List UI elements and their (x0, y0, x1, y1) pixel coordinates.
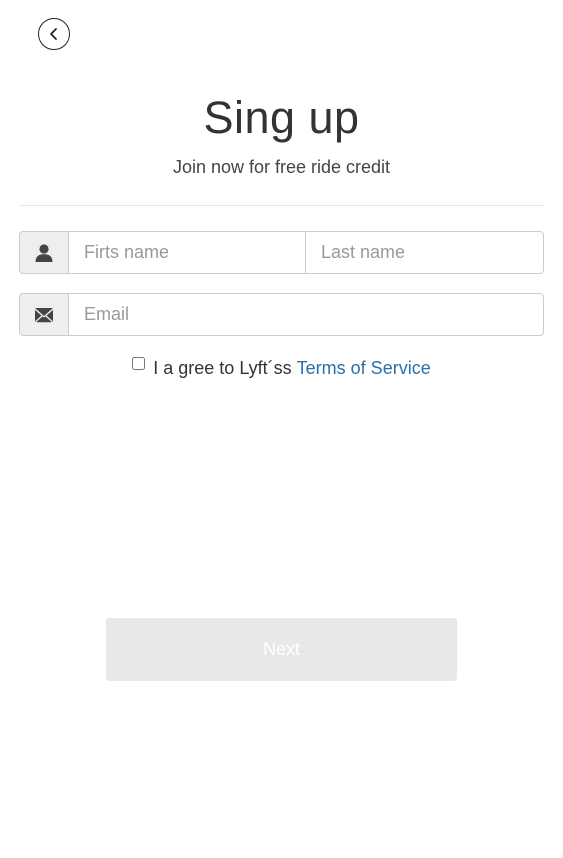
envelope-icon (35, 307, 53, 322)
user-icon (35, 243, 53, 262)
email-addon (19, 293, 68, 336)
page-title: Sing up (203, 92, 360, 143)
signup-screen: Sing up Join now for free ride credit I … (0, 0, 563, 858)
first-name-input[interactable] (68, 231, 306, 274)
email-input[interactable] (68, 293, 544, 336)
page-subtitle: Join now for free ride credit (172, 157, 391, 177)
name-input-group (19, 231, 544, 274)
divider (19, 205, 544, 206)
name-addon (19, 231, 68, 274)
back-button[interactable] (38, 18, 70, 50)
chevron-left-icon (50, 28, 57, 40)
next-button[interactable]: Next (106, 618, 457, 681)
email-input-group (19, 293, 544, 336)
terms-checkbox[interactable] (132, 357, 146, 370)
terms-row: I a gree to Lyft´ss Terms of Service (0, 357, 563, 379)
terms-of-service-link[interactable]: Terms of Service (297, 358, 431, 379)
terms-label: I a gree to Lyft´ss (153, 358, 292, 378)
last-name-input[interactable] (306, 231, 544, 274)
